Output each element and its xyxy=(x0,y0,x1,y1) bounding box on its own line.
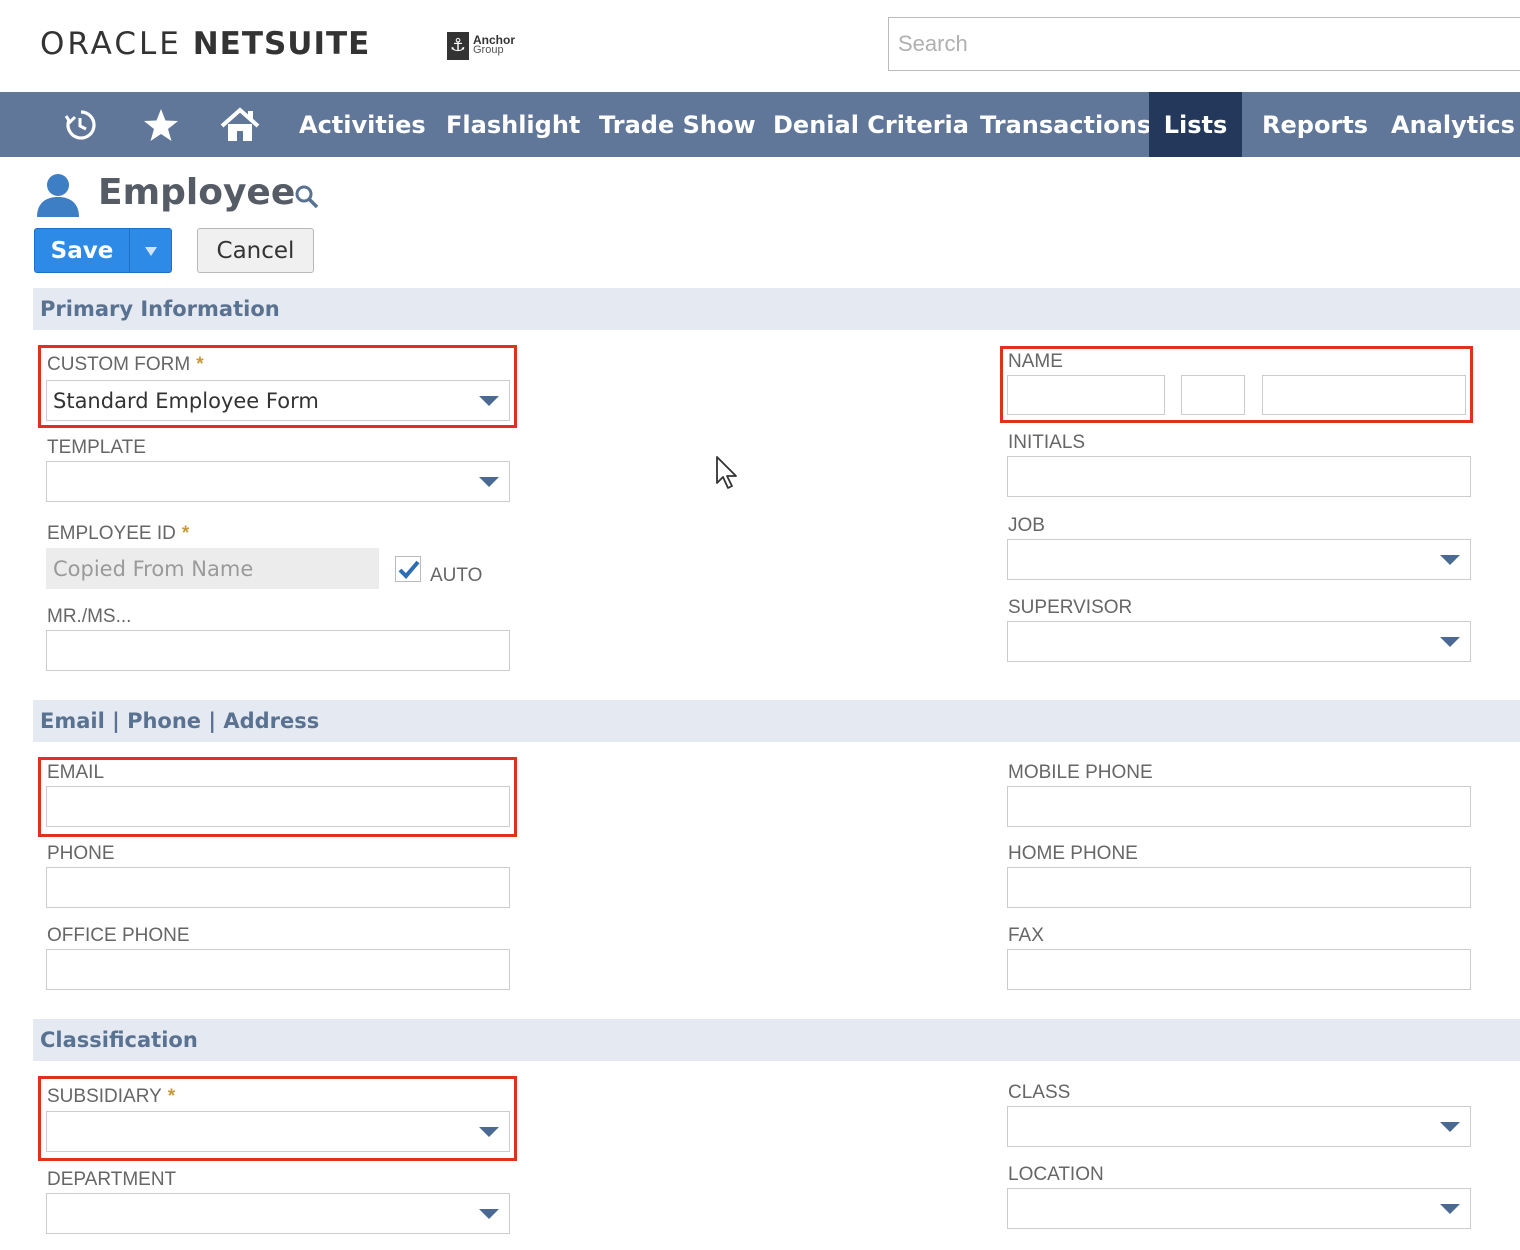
oracle-netsuite-logo[interactable]: ORACLE NETSUITE xyxy=(40,26,370,62)
auto-checkbox[interactable] xyxy=(395,556,421,582)
job-label: JOB xyxy=(1008,515,1045,536)
employee-id-input[interactable]: Copied From Name xyxy=(46,548,379,589)
employee-id-placeholder: Copied From Name xyxy=(53,557,254,581)
office-phone-input[interactable] xyxy=(46,949,510,990)
mr-ms-label: MR./MS... xyxy=(47,606,132,627)
partner-name-line2: Group xyxy=(473,44,504,56)
highlight-custom-form xyxy=(38,345,517,428)
auto-label: AUTO xyxy=(430,565,483,586)
favorites-star-icon[interactable] xyxy=(140,92,182,157)
phone-input[interactable] xyxy=(46,867,510,908)
chevron-down-icon xyxy=(1440,637,1460,647)
supervisor-select[interactable] xyxy=(1007,621,1471,662)
home-phone-input[interactable] xyxy=(1007,867,1471,908)
nav-lists[interactable]: Lists xyxy=(1149,92,1242,157)
highlight-name xyxy=(1000,346,1473,423)
section-primary-information[interactable]: Primary Information xyxy=(33,288,1520,330)
initials-label: INITIALS xyxy=(1008,432,1086,453)
home-phone-label: HOME PHONE xyxy=(1008,843,1138,864)
office-phone-label: OFFICE PHONE xyxy=(47,925,190,946)
chevron-down-icon xyxy=(1440,555,1460,565)
section-title: Classification xyxy=(40,1028,198,1052)
mr-ms-input[interactable] xyxy=(46,630,510,671)
save-split-button: Save xyxy=(34,228,172,273)
job-select[interactable] xyxy=(1007,539,1471,580)
nav-trade-show[interactable]: Trade Show xyxy=(599,92,756,157)
initials-input[interactable] xyxy=(1007,456,1471,497)
nav-activities[interactable]: Activities xyxy=(299,92,426,157)
logo-netsuite-text: NETSUITE xyxy=(192,26,371,62)
recent-records-icon[interactable] xyxy=(60,92,102,157)
class-label: CLASS xyxy=(1008,1082,1071,1103)
employee-id-label: EMPLOYEE ID * xyxy=(47,523,190,544)
location-select[interactable] xyxy=(1007,1188,1471,1229)
chevron-down-icon xyxy=(479,477,499,487)
template-label: TEMPLATE xyxy=(47,437,146,458)
section-title: Primary Information xyxy=(40,297,280,321)
fax-label: FAX xyxy=(1008,925,1044,946)
nav-reports[interactable]: Reports xyxy=(1262,92,1368,157)
partner-logo: ⚓ Anchor Group xyxy=(447,32,521,60)
department-select[interactable] xyxy=(46,1193,510,1234)
chevron-down-icon xyxy=(145,246,157,256)
mouse-cursor-icon xyxy=(715,455,741,496)
supervisor-label: SUPERVISOR xyxy=(1008,597,1133,618)
section-email-phone-address[interactable]: Email | Phone | Address xyxy=(33,700,1520,742)
phone-label: PHONE xyxy=(47,843,115,864)
section-classification[interactable]: Classification xyxy=(33,1019,1520,1061)
template-select[interactable] xyxy=(46,461,510,502)
checkmark-icon xyxy=(398,560,420,579)
chevron-down-icon xyxy=(1440,1122,1460,1132)
department-label: DEPARTMENT xyxy=(47,1169,177,1190)
location-label: LOCATION xyxy=(1008,1164,1104,1185)
chevron-down-icon xyxy=(479,1209,499,1219)
nav-analytics[interactable]: Analytics xyxy=(1391,92,1515,157)
chevron-down-icon xyxy=(1440,1204,1460,1214)
class-select[interactable] xyxy=(1007,1106,1471,1147)
top-header: ORACLE NETSUITE ⚓ Anchor Group xyxy=(0,0,1520,92)
save-options-dropdown[interactable] xyxy=(130,229,172,272)
search-icon[interactable] xyxy=(294,184,320,210)
nav-flashlight[interactable]: Flashlight xyxy=(446,92,580,157)
employee-record-icon xyxy=(35,172,81,218)
page-title: Employee xyxy=(98,172,296,213)
mobile-phone-input[interactable] xyxy=(1007,786,1471,827)
section-title: Email | Phone | Address xyxy=(40,709,320,733)
highlight-email xyxy=(38,757,517,837)
anchor-icon: ⚓ xyxy=(447,32,469,60)
cancel-button[interactable]: Cancel xyxy=(197,228,314,273)
nav-denial-criteria[interactable]: Denial Criteria xyxy=(773,92,969,157)
mobile-phone-label: MOBILE PHONE xyxy=(1008,762,1153,783)
global-search-input[interactable] xyxy=(888,17,1520,71)
home-icon[interactable] xyxy=(217,92,263,157)
nav-transactions[interactable]: Transactions xyxy=(980,92,1151,157)
save-button[interactable]: Save xyxy=(35,229,129,272)
logo-oracle-text: ORACLE xyxy=(40,26,182,62)
highlight-subsidiary xyxy=(38,1076,517,1161)
required-marker: * xyxy=(181,523,190,544)
fax-input[interactable] xyxy=(1007,949,1471,990)
main-navigation-bar: Activities Flashlight Trade Show Denial … xyxy=(0,92,1520,157)
